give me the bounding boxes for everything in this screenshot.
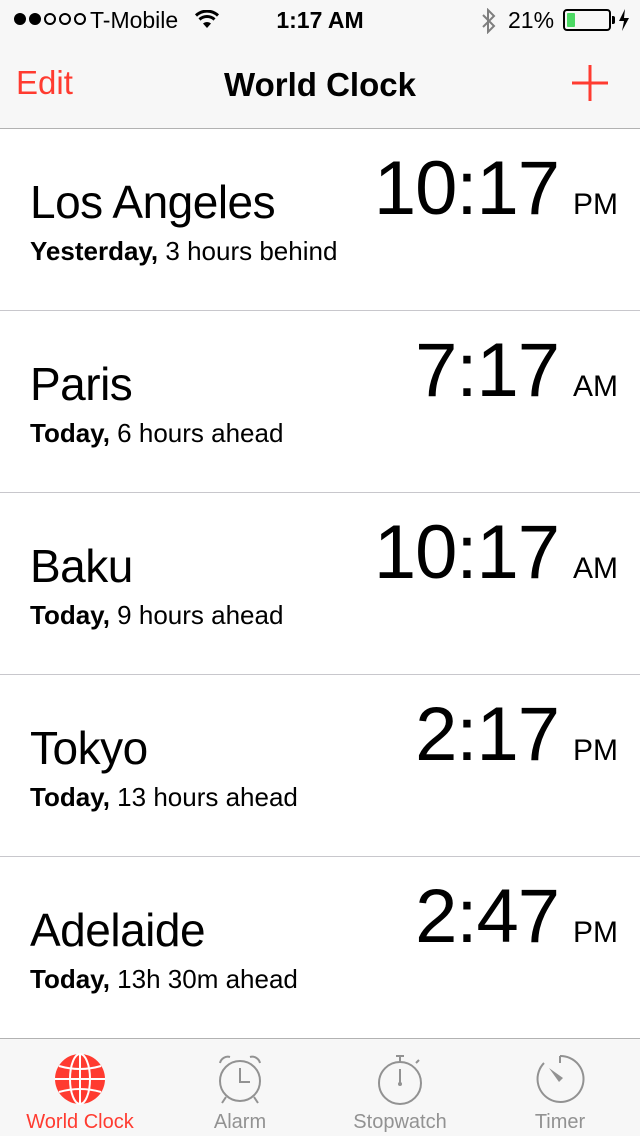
time-value: 10:17 <box>373 146 560 231</box>
battery-percentage: 21% <box>508 7 555 33</box>
offset-text: 3 hours behind <box>165 236 338 266</box>
ampm-label: AM <box>573 552 618 585</box>
clock-list: Los Angeles Yesterday, 3 hours behind 10… <box>0 129 640 1039</box>
city-name: Tokyo <box>30 722 148 774</box>
clock-row[interactable]: Adelaide Today, 13h 30m ahead 2:47 PM <box>0 857 640 1039</box>
offset-text: 13 hours ahead <box>117 782 298 812</box>
charging-bolt-icon <box>619 9 629 31</box>
clock-time: 2:17 PM <box>415 697 618 773</box>
clock-time: 10:17 PM <box>374 151 618 227</box>
city-name: Baku <box>30 540 133 592</box>
day-label: Yesterday, <box>30 236 159 266</box>
stopwatch-icon <box>378 1055 422 1105</box>
time-value: 10:17 <box>373 510 560 595</box>
clock-time: 7:17 AM <box>415 333 618 409</box>
time-offset: Today, 6 hours ahead <box>30 418 283 449</box>
time-value: 2:47 <box>415 874 560 959</box>
clock-row[interactable]: Tokyo Today, 13 hours ahead 2:17 PM <box>0 675 640 857</box>
tab-label: Alarm <box>213 1111 267 1133</box>
world-clock-screen: T-Mobile 1:17 AM 21% Edit World Clock Lo… <box>0 0 640 1136</box>
tab-label: Stopwatch <box>353 1111 447 1133</box>
globe-icon <box>55 1053 105 1105</box>
tab-stopwatch[interactable]: Stopwatch <box>320 1039 480 1136</box>
tab-bar: World Clock Alarm Stopwatch Timer <box>0 1038 640 1136</box>
ampm-label: PM <box>573 916 618 949</box>
city-name: Los Angeles <box>30 176 276 228</box>
day-label: Today, <box>30 600 110 630</box>
top-bar: T-Mobile 1:17 AM 21% Edit World Clock <box>0 0 640 129</box>
ampm-label: PM <box>573 188 618 221</box>
time-offset: Today, 13 hours ahead <box>30 782 298 813</box>
tab-alarm[interactable]: Alarm <box>160 1039 320 1136</box>
plus-icon[interactable] <box>570 63 610 103</box>
alarm-clock-icon <box>219 1055 261 1104</box>
offset-text: 6 hours ahead <box>117 418 284 448</box>
clock-row[interactable]: Baku Today, 9 hours ahead 10:17 AM <box>0 493 640 675</box>
city-name: Paris <box>30 358 133 410</box>
time-offset: Today, 9 hours ahead <box>30 600 283 631</box>
day-label: Today, <box>30 964 110 994</box>
battery-icon <box>563 9 611 31</box>
time-value: 2:17 <box>415 692 560 777</box>
status-bar: T-Mobile 1:17 AM 21% <box>0 0 640 40</box>
tab-world-clock[interactable]: World Clock <box>0 1039 160 1136</box>
clock-time: 10:17 AM <box>374 515 618 591</box>
ampm-label: AM <box>573 370 618 403</box>
tab-label: Timer <box>534 1111 586 1133</box>
time-offset: Today, 13h 30m ahead <box>30 964 298 995</box>
page-title: World Clock <box>224 66 416 103</box>
clock-row[interactable]: Paris Today, 6 hours ahead 7:17 AM <box>0 311 640 493</box>
time-offset: Yesterday, 3 hours behind <box>30 236 337 267</box>
tab-timer[interactable]: Timer <box>480 1039 640 1136</box>
clock-time: 2:47 PM <box>415 879 618 955</box>
day-label: Today, <box>30 418 110 448</box>
tab-label: World Clock <box>26 1111 134 1133</box>
timer-icon <box>536 1054 585 1103</box>
time-value: 7:17 <box>415 328 560 413</box>
day-label: Today, <box>30 782 110 812</box>
offset-text: 13h 30m ahead <box>117 964 298 994</box>
offset-text: 9 hours ahead <box>117 600 284 630</box>
city-name: Adelaide <box>30 904 206 956</box>
bluetooth-icon <box>482 8 496 34</box>
ampm-label: PM <box>573 734 618 767</box>
clock-row[interactable]: Los Angeles Yesterday, 3 hours behind 10… <box>0 129 640 311</box>
